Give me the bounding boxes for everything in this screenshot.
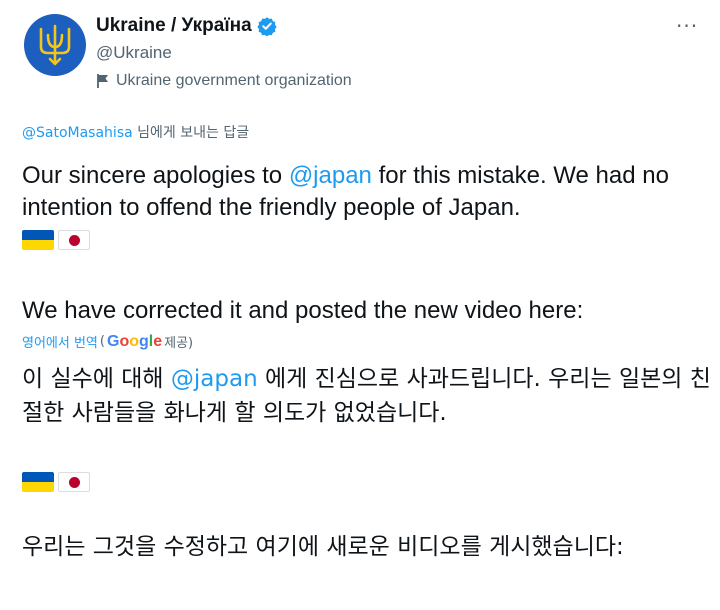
flag-icon [97,74,108,88]
ukraine-flag-icon [22,472,54,492]
japan-flag-icon [58,472,90,492]
reply-context: @SatoMasahisa 님에게 보내는 답글 [22,122,249,142]
translated-japan-mention-link[interactable]: @japan [171,366,258,392]
display-name[interactable]: Ukraine / Україна [96,15,252,37]
reply-suffix: 님에게 보내는 답글 [132,125,250,141]
avatar[interactable] [24,14,86,76]
verified-badge-icon [257,17,277,36]
ukraine-flag-icon [22,230,54,250]
translated-p2: 우리는 그것을 수정하고 여기에 새로운 비디오를 게시했습니다: [22,534,624,560]
reply-mention-link[interactable]: @SatoMasahisa [22,125,133,141]
name-row: Ukraine / Україна [96,15,277,37]
translation-attribution: 영어에서 번역(Google 제공) [22,332,194,352]
translated-text: 이 실수에 대해 @japan 에게 진심으로 사과드립니다. 우리는 일본의 … [22,362,712,430]
tweet-p1-before: Our sincere apologies to [22,162,289,189]
affiliation-label-text: Ukraine government organization [116,72,352,89]
flag-emojis [22,228,712,252]
japan-flag-icon [58,230,90,250]
translated-flag-emojis [22,470,90,494]
more-options-button[interactable]: ··· [676,14,698,38]
tweet-text: Our sincere apologies to @japan for this… [22,160,712,252]
translated-p1-before: 이 실수에 대해 [22,366,171,392]
tweet-p2: We have corrected it and posted the new … [22,297,584,324]
trident-icon [39,24,71,66]
affiliation-label: Ukraine government organization [96,72,352,90]
google-logo: Google [106,332,163,350]
japan-mention-link[interactable]: @japan [289,162,372,189]
handle[interactable]: @Ukraine [96,43,172,63]
translation-label[interactable]: 영어에서 번역 [22,332,98,351]
